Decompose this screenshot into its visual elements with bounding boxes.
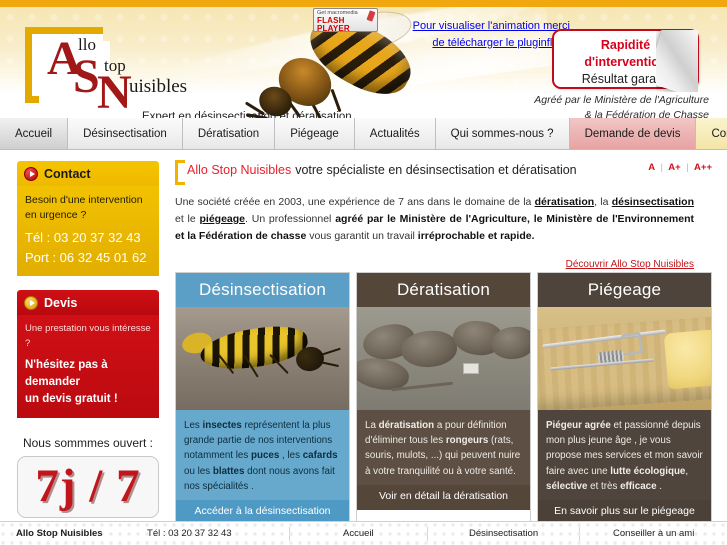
devis-panel: Devis Une prestation vous intéresse ? N'… — [17, 290, 159, 418]
page-root: A S N llo top uisibles Expert en désinse… — [0, 0, 727, 545]
footer-tel: Tél : 03 20 37 32 43 — [147, 528, 232, 539]
service-card-piegeage: Piégeage Piégeur agrée et passionné depu… — [537, 272, 712, 526]
contact-panel-title: Contact — [44, 166, 91, 181]
contact-panel: Contact Besoin d'une intervention en urg… — [17, 161, 159, 277]
footer-link-desinsectisation[interactable]: Désinsectisation — [428, 522, 580, 545]
mousetrap-photo — [538, 307, 711, 410]
devis-question: Une prestation vous intéresse ? — [25, 323, 151, 349]
main-navigation: Accueil Désinsectisation Dératisation Pi… — [0, 118, 727, 150]
service-card-desinsectisation: Désinsectisation Les insectes représente… — [175, 272, 350, 526]
discover-link[interactable]: Découvrir Allo Stop Nuisibles — [175, 259, 694, 270]
rapidite-line1: Rapidité — [600, 38, 651, 52]
logo-word-nuisibles: uisibles — [129, 76, 188, 97]
nav-item-actualites[interactable]: Actualités — [354, 118, 436, 149]
service-card-body: La dératisation a pour définition d'élim… — [357, 410, 530, 485]
nav-item-demande-de-devis[interactable]: Demande de devis — [569, 118, 697, 149]
font-size-large[interactable]: A++ — [694, 162, 712, 173]
rats-photo — [357, 307, 530, 410]
left-sidebar: Contact Besoin d'une intervention en urg… — [17, 161, 159, 518]
agrement-text: Agréé par le Ministère de l'Agriculture … — [379, 93, 709, 118]
font-size-small[interactable]: A — [648, 162, 655, 173]
font-size-separator-2: | — [686, 162, 689, 173]
flash-notice[interactable]: Pour visualiser l'animation merci de tél… — [306, 18, 570, 51]
flash-notice-line2[interactable]: de télécharger le pluginflash — [306, 35, 570, 52]
logo-letter-n: N — [97, 66, 132, 118]
service-card-body: Les insectes représentent la plus grande… — [176, 410, 349, 500]
contact-question-line1: Besoin d'une intervention — [25, 194, 143, 206]
footer-link-conseiller[interactable]: Conseiller à un ami — [580, 522, 727, 545]
nav-item-qui-sommes-nous[interactable]: Qui sommes-nous ? — [435, 118, 570, 149]
contact-tel: Tél : 03 20 37 32 43 — [25, 230, 141, 246]
opening-days-label: Nous sommmes ouvert : — [22, 435, 154, 450]
footer-link-accueil[interactable]: Accueil — [290, 522, 427, 545]
site-header: A S N llo top uisibles Expert en désinse… — [0, 7, 727, 118]
font-size-medium[interactable]: A+ — [668, 162, 680, 173]
devis-panel-body: Une prestation vous intéresse ? N'hésite… — [17, 315, 159, 418]
page-title-brand: Allo Stop Nuisibles — [187, 163, 292, 177]
page-title-rest: votre spécialiste en désinsectisation et… — [295, 163, 577, 177]
logo-letter-s: S — [73, 50, 100, 103]
logo-tagline: Expert en désinsectisation et dératisati… — [142, 111, 352, 118]
nav-item-deratisation[interactable]: Dératisation — [182, 118, 276, 149]
wasp-photo — [176, 307, 349, 410]
opening-days-value: 7j / 7 — [35, 460, 141, 513]
service-cards: Désinsectisation Les insectes représente… — [175, 272, 712, 526]
service-card-title: Dératisation — [357, 273, 530, 307]
contact-panel-header: Contact — [17, 161, 159, 186]
agrement-line2: & la Fédération de Chasse — [584, 109, 709, 118]
devis-panel-title: Devis — [44, 295, 78, 310]
service-card-deratisation: Dératisation La dératisation a pour défi… — [356, 272, 531, 526]
rapidite-line3: Résultat garanti — [581, 71, 670, 86]
service-card-title: Piégeage — [538, 273, 711, 307]
service-card-title: Désinsectisation — [176, 273, 349, 307]
site-footer: Allo Stop Nuisibles Tél : 03 20 37 32 43… — [0, 521, 727, 545]
nav-item-desinsectisation[interactable]: Désinsectisation — [68, 118, 183, 149]
intro-paragraph: Une société créée en 2003, une expérienc… — [175, 196, 694, 242]
service-card-body: Piégeur agrée et passionné depuis mon pl… — [538, 410, 711, 500]
logo-word-top: top — [104, 56, 126, 75]
devis-panel-header: Devis — [17, 290, 159, 316]
play-arrow-icon — [24, 295, 38, 310]
logo-word-allo: llo — [78, 35, 96, 54]
content-area: Contact Besoin d'une intervention en urg… — [0, 150, 727, 526]
font-size-controls: A | A+ | A++ — [648, 162, 712, 173]
play-arrow-icon — [24, 166, 38, 181]
font-size-separator-1: | — [660, 162, 663, 173]
devis-cta-line1: N'hésitez pas à demander — [25, 358, 108, 389]
site-logo[interactable]: A S N llo top uisibles Expert en désinse… — [25, 27, 352, 118]
nav-item-piegeage[interactable]: Piégeage — [275, 118, 355, 149]
rapidite-line2: d'intervention — [584, 54, 667, 69]
main-column: Allo Stop Nuisibles votre spécialiste en… — [175, 150, 712, 526]
page-title: Allo Stop Nuisibles votre spécialiste en… — [175, 160, 712, 185]
flash-notice-line1[interactable]: Pour visualiser l'animation merci — [306, 18, 570, 35]
service-card-link[interactable]: Voir en détail la dératisation — [357, 484, 530, 510]
agrement-line1: Agréé par le Ministère de l'Agriculture — [534, 94, 709, 106]
devis-cta-line2: un devis gratuit ! — [25, 393, 118, 406]
footer-brand: Allo Stop Nuisibles — [16, 528, 103, 539]
opening-days-badge: 7j / 7 — [17, 455, 159, 518]
rapidite-callout: Rapidité d'intervention Résultat garanti — [552, 29, 699, 89]
contact-panel-body: Besoin d'une intervention en urgence ? T… — [17, 186, 159, 277]
contact-question-line2: en urgence ? — [25, 209, 87, 222]
nav-item-accueil[interactable]: Accueil — [0, 118, 69, 149]
nav-item-contact[interactable]: Contact — [696, 118, 727, 149]
top-accent-bar — [0, 0, 727, 7]
contact-mobile: Port : 06 32 45 01 62 — [25, 249, 147, 265]
